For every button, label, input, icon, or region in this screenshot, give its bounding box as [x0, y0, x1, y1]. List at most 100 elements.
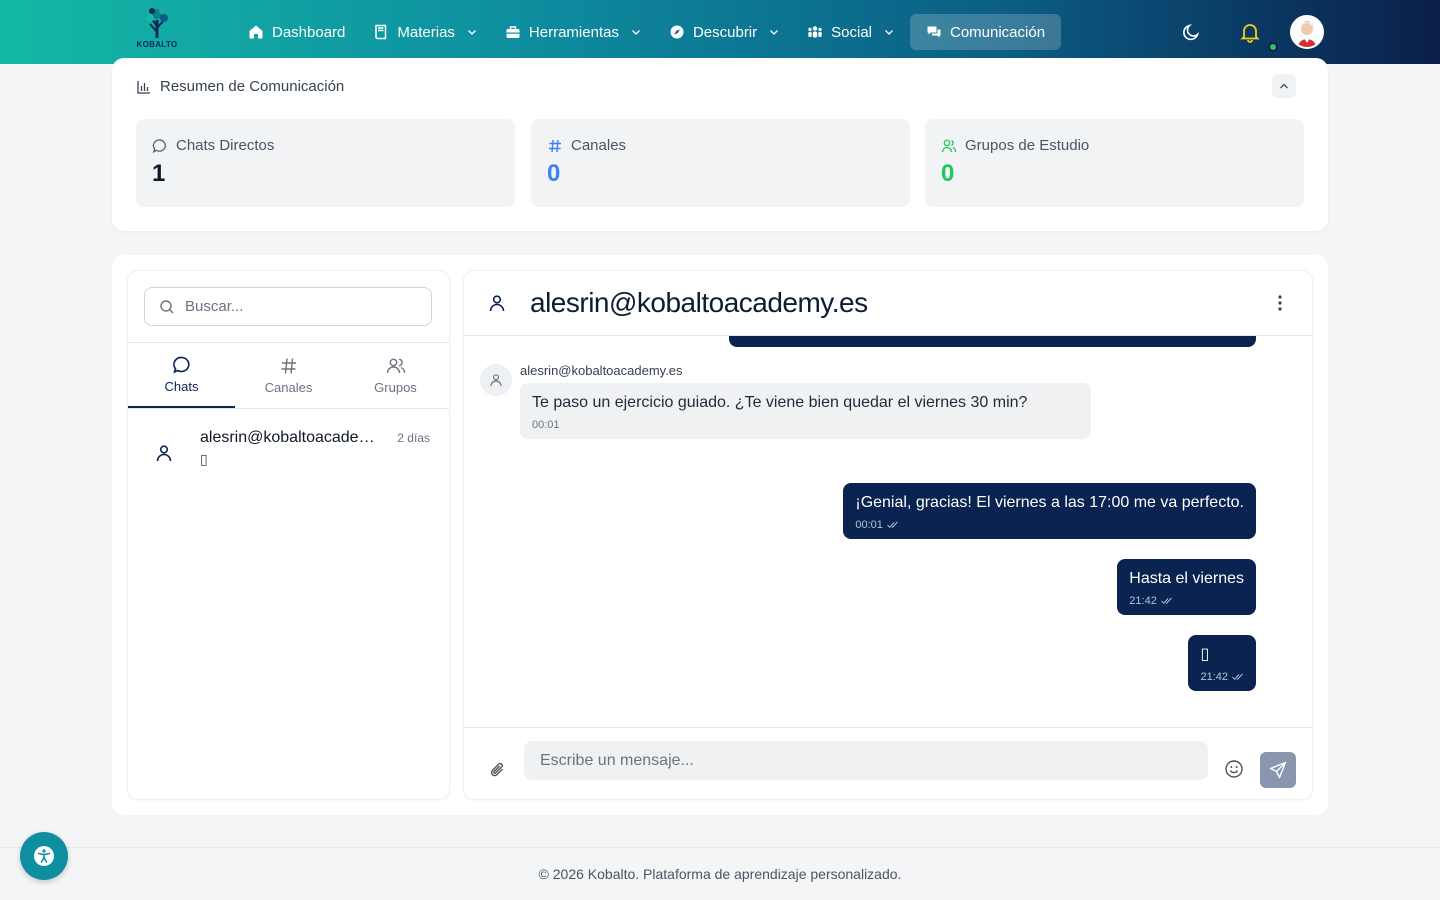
dark-mode-toggle[interactable]	[1174, 14, 1210, 50]
users-icon	[808, 26, 822, 38]
nav-comunicacion-label: Comunicación	[950, 23, 1046, 41]
message-time: 00:01	[855, 519, 883, 531]
stat-study-groups-value: 0	[941, 160, 955, 187]
nav-herramientas[interactable]: Herramientas	[493, 14, 653, 50]
nav-social[interactable]: Social	[795, 14, 906, 50]
user-icon	[156, 445, 172, 462]
users-icon	[941, 139, 957, 152]
book-icon	[375, 24, 387, 40]
read-checkmarks-icon	[1160, 597, 1172, 605]
accessibility-icon	[34, 846, 54, 866]
toolbox-icon	[506, 26, 520, 38]
bell-icon	[1240, 24, 1260, 43]
accessibility-button[interactable]	[20, 832, 68, 880]
chevron-down-icon	[770, 30, 779, 35]
nav-descubrir-label: Descubrir	[692, 23, 758, 41]
message-text: ▯	[1200, 646, 1210, 663]
navbar-actions	[1174, 14, 1324, 52]
outgoing-message: Hasta el viernes 21:42	[1117, 559, 1256, 615]
chat-list-item[interactable]: alesrin@kobaltoacademy.es 2 días ▯	[128, 417, 449, 477]
users-icon	[386, 358, 405, 374]
summary-title: Resumen de Comunicación	[160, 78, 345, 95]
chevron-down-icon	[631, 30, 640, 35]
send-button[interactable]	[1260, 752, 1296, 788]
chat-name: alesrin@kobaltoacademy.es	[200, 429, 385, 446]
stat-study-groups: Grupos de Estudio 0	[925, 119, 1304, 207]
conversation-view: alesrin@kobaltoacademy.es alesrin@kobalt…	[464, 271, 1312, 799]
stat-direct-chats-label: Chats Directos	[176, 137, 275, 154]
stat-channels-label: Canales	[571, 137, 627, 154]
bar-chart-icon	[137, 80, 150, 94]
comments-icon	[927, 26, 941, 38]
message-text: Te paso un ejercicio guiado. ¿Te viene b…	[532, 394, 1028, 411]
send-icon	[1269, 761, 1287, 779]
incoming-message: Te paso un ejercicio guiado. ¿Te viene b…	[520, 383, 1091, 439]
nav-dashboard-label: Dashboard	[272, 23, 346, 41]
nav-materias-label: Materias	[397, 23, 455, 41]
conversation-header: alesrin@kobaltoacademy.es	[464, 271, 1312, 336]
chat-preview: ▯	[200, 451, 208, 467]
summary-collapse-button[interactable]	[1272, 74, 1296, 98]
nav-descubrir[interactable]: Descubrir	[657, 14, 791, 50]
search-field[interactable]	[144, 287, 432, 326]
nav-comunicacion[interactable]: Comunicación	[910, 14, 1062, 50]
tab-chats[interactable]: Chats	[128, 343, 235, 408]
nav-social-label: Social	[831, 23, 872, 41]
paperclip-icon	[490, 762, 503, 777]
user-photo-icon	[1292, 17, 1322, 47]
page-footer: © 2026 Kobalto. Plataforma de aprendizaj…	[0, 847, 1440, 900]
message-time: 21:42	[1129, 595, 1157, 607]
chat-bubble-icon	[152, 138, 166, 153]
read-checkmarks-icon	[1232, 673, 1243, 681]
stat-study-groups-label: Grupos de Estudio	[965, 137, 1090, 154]
messaging-panel: Chats Canales Grupos alesrin@kobaltoacad…	[112, 255, 1328, 815]
outgoing-message: ¡Genial, gracias! El viernes a las 17:00…	[843, 483, 1256, 539]
message-list[interactable]: alesrin@kobaltoacademy.es Te paso un eje…	[464, 336, 1312, 728]
outgoing-message: ▯ 21:42	[1188, 635, 1256, 691]
message-composer	[464, 727, 1312, 799]
footer-text: © 2026 Kobalto. Plataforma de aprendizaj…	[538, 866, 902, 882]
search-input[interactable]	[185, 298, 405, 315]
message-time: 00:01	[532, 419, 560, 431]
message-input[interactable]	[524, 741, 1208, 780]
user-icon	[490, 374, 502, 387]
tab-groups[interactable]: Grupos	[342, 343, 449, 408]
hash-icon	[281, 358, 296, 374]
stat-direct-chats-value: 1	[152, 160, 166, 187]
chevron-up-icon	[1280, 83, 1288, 89]
chevron-down-icon	[467, 30, 476, 35]
message-sender: alesrin@kobaltoacademy.es	[520, 363, 683, 378]
tree-logo-icon	[146, 8, 168, 38]
main-nav: Dashboard Materias Herramientas Descubri…	[236, 14, 1062, 50]
chat-avatar	[144, 433, 184, 473]
top-navbar: KOBALTO Dashboard Materias Herramientas …	[0, 0, 1440, 64]
message-time: 21:42	[1200, 671, 1228, 683]
nav-herramientas-label: Herramientas	[528, 23, 619, 41]
emoji-button[interactable]	[1222, 757, 1246, 781]
message-text: ¡Genial, gracias! El viernes a las 17:00…	[855, 494, 1244, 511]
logo-text: KOBALTO	[136, 40, 178, 49]
user-avatar[interactable]	[1290, 15, 1324, 49]
attach-button[interactable]	[486, 758, 510, 782]
sender-avatar	[480, 364, 512, 396]
smiley-icon	[1225, 760, 1243, 778]
chat-bubble-icon	[172, 356, 190, 374]
hash-icon	[549, 139, 561, 152]
conversation-options-button[interactable]	[1268, 291, 1292, 315]
notifications-button[interactable]	[1232, 14, 1278, 52]
tab-chats-label: Chats	[164, 379, 199, 394]
compass-icon	[670, 25, 684, 39]
notification-status-dot	[1268, 42, 1278, 52]
more-vertical-icon	[1278, 295, 1282, 311]
user-icon	[489, 295, 505, 312]
chat-time: 2 días	[397, 431, 430, 445]
moon-icon	[1183, 24, 1200, 41]
tab-channels[interactable]: Canales	[235, 343, 342, 408]
chevron-down-icon	[885, 30, 893, 35]
tab-channels-label: Canales	[264, 380, 313, 395]
outgoing-message-partial	[729, 336, 1256, 347]
kobalto-logo[interactable]: KOBALTO	[134, 6, 180, 56]
summary-header: Resumen de Comunicación	[136, 78, 344, 95]
nav-dashboard[interactable]: Dashboard	[236, 14, 357, 50]
nav-materias[interactable]: Materias	[361, 14, 489, 50]
